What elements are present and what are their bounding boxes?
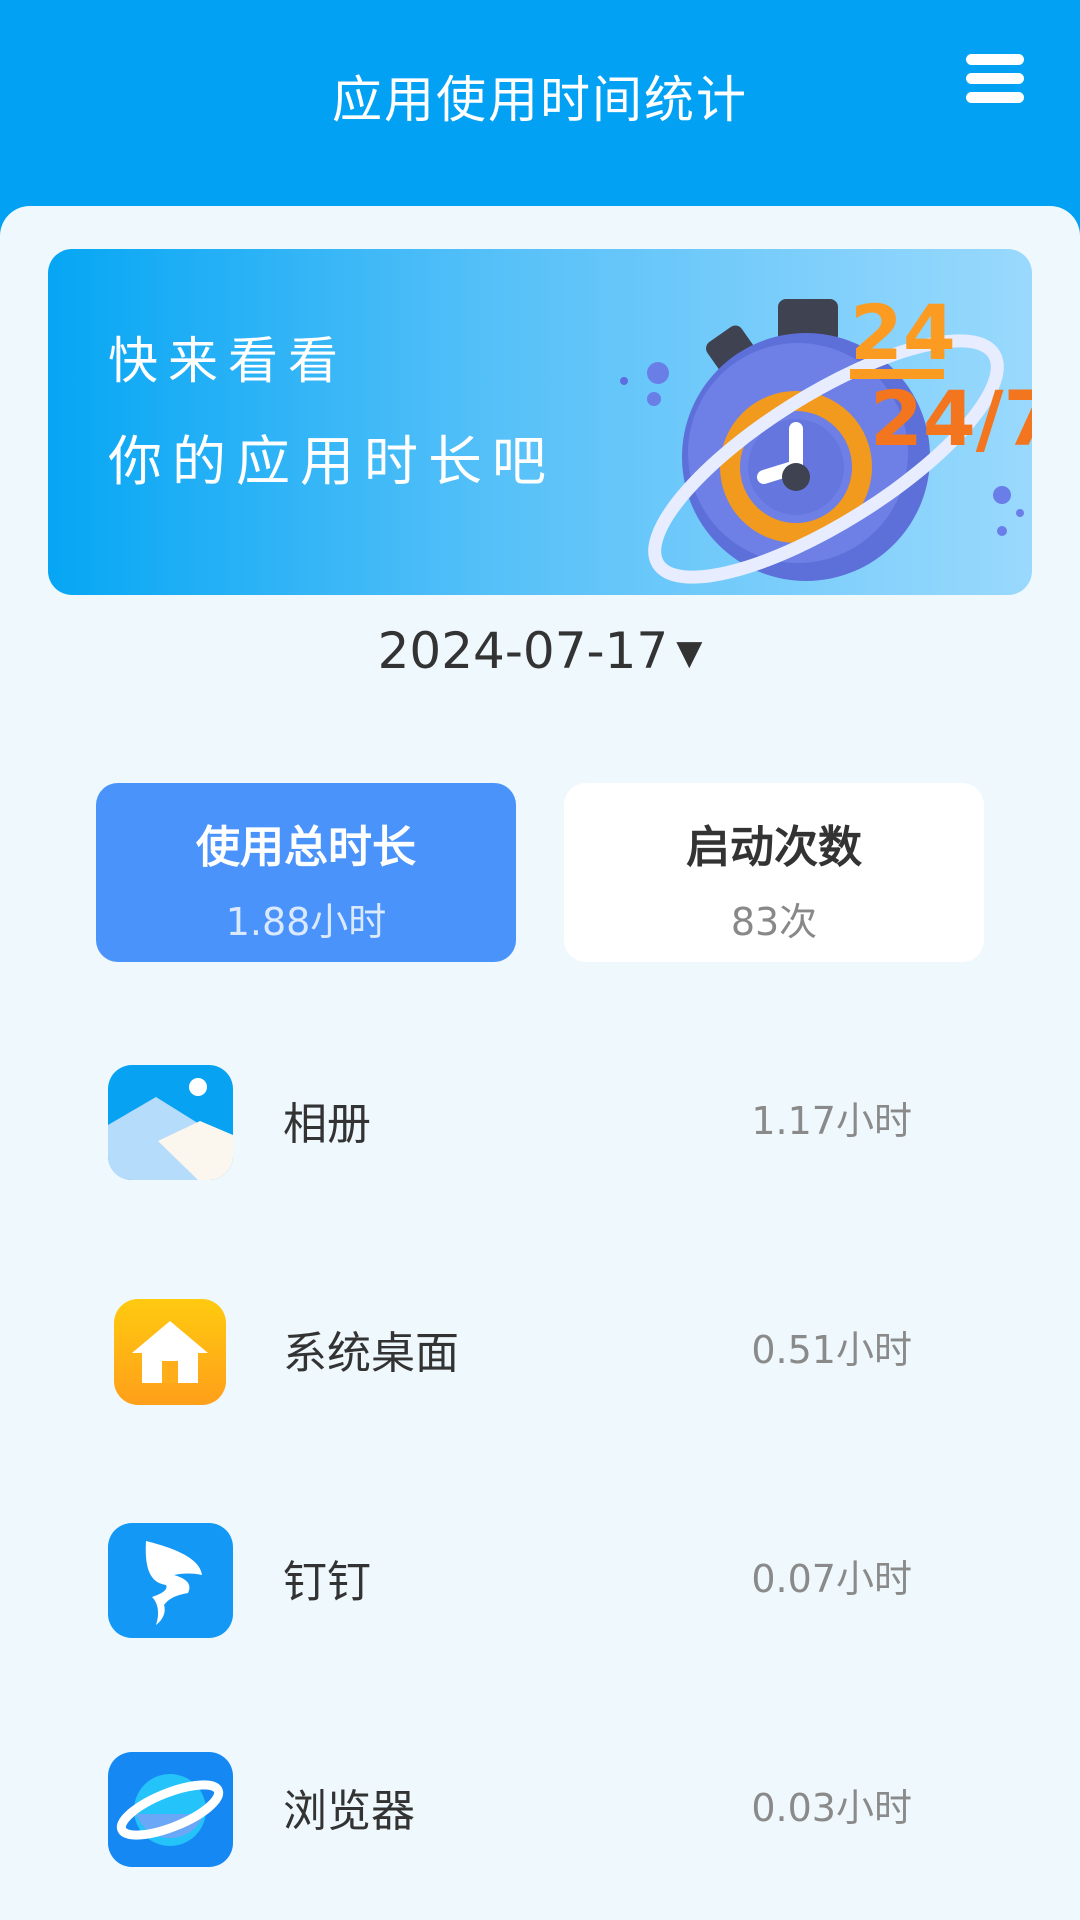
- app-time: 0.07小时: [751, 1557, 912, 1601]
- app-time: 0.03小时: [751, 1786, 912, 1830]
- dropdown-arrow-icon: ▼: [676, 633, 703, 673]
- app-name: 相册: [283, 1099, 371, 1150]
- stopwatch-illustration: 24 24/7: [620, 288, 1032, 584]
- banner-line-2: 你的应用时长吧: [108, 430, 556, 493]
- app-header: 应用使用时间统计: [0, 0, 1080, 215]
- page-title: 应用使用时间统计: [332, 71, 748, 129]
- dingtalk-icon: [108, 1523, 233, 1638]
- date-value: 2024-07-17: [377, 622, 669, 680]
- launch-count-label: 启动次数: [686, 822, 862, 873]
- gallery-icon: [108, 1065, 233, 1180]
- home-icon: [114, 1299, 226, 1405]
- date-selector[interactable]: 2024-07-17 ▼: [0, 622, 1080, 680]
- app-time: 1.17小时: [751, 1099, 912, 1143]
- app-time: 0.51小时: [751, 1328, 912, 1372]
- svg-text:24: 24: [850, 288, 956, 377]
- launch-count-value: 83次: [730, 900, 818, 944]
- svg-text:24/7: 24/7: [870, 374, 1032, 463]
- app-name: 浏览器: [283, 1786, 415, 1837]
- browser-icon: [108, 1752, 233, 1867]
- tab-launch-count[interactable]: 启动次数 83次: [564, 783, 984, 962]
- list-item-dingtalk[interactable]: 钉钉 0.07小时: [0, 1502, 1080, 1642]
- list-item-browser[interactable]: 浏览器 0.03小时: [0, 1731, 1080, 1871]
- list-item-gallery[interactable]: 相册 1.17小时: [0, 1044, 1080, 1184]
- hamburger-menu-icon[interactable]: [964, 52, 1026, 104]
- list-item-home[interactable]: 系统桌面 0.51小时: [0, 1273, 1080, 1413]
- banner-line-1: 快来看看: [108, 332, 348, 390]
- app-name: 系统桌面: [283, 1328, 459, 1379]
- total-duration-value: 1.88小时: [225, 900, 387, 944]
- app-name: 钉钉: [283, 1557, 371, 1608]
- total-duration-label: 使用总时长: [196, 822, 416, 873]
- promo-banner: 快来看看 你的应用时长吧 24 24/7: [48, 249, 1032, 595]
- tab-total-duration[interactable]: 使用总时长 1.88小时: [96, 783, 516, 962]
